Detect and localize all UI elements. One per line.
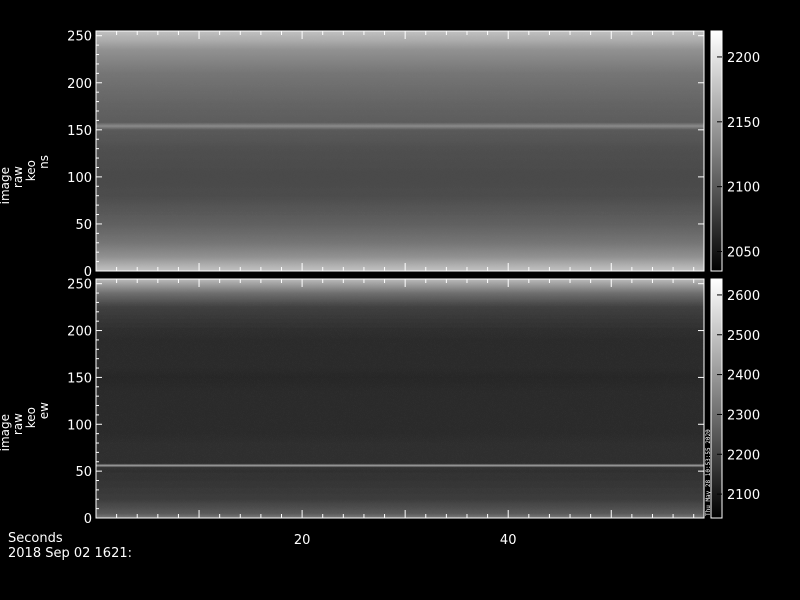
y-axis-label-word: raw <box>11 413 25 435</box>
bottom-colorbar: 2100 2200 2300 2400 2500 2600 Thu May 28 10:53… <box>705 278 760 519</box>
timestamp-annotation: Thu May 28 10:53:55 2020 <box>705 429 712 516</box>
y-axis-label-word: keo <box>24 407 38 428</box>
x-tick-label: 20 <box>294 533 311 548</box>
colorbar-tick-label: 2500 <box>727 329 760 344</box>
top-colorbar: 2050 2100 2150 2200 <box>710 30 760 272</box>
y-tick-label: 50 <box>75 465 92 480</box>
x-axis-label: Seconds <box>8 531 63 546</box>
y-tick-label: 200 <box>67 325 92 340</box>
top-y-label: image raw keo ns <box>0 155 51 204</box>
bottom-panel: 050100150200250 20 40 image raw keo ew 21002… <box>0 278 760 548</box>
y-axis-label-word: ns <box>37 155 51 169</box>
colorbar-tick-label: 2600 <box>727 289 760 304</box>
colorbar-gradient <box>710 278 723 519</box>
top-heatmap-image <box>96 31 704 271</box>
keogram-figure: 050100150200250 image raw keo ns 2050210021… <box>0 30 760 548</box>
colorbar-tick-label: 2050 <box>727 246 760 261</box>
colorbar-tick-label: 2100 <box>727 181 760 196</box>
y-axis-label-word: keo <box>24 160 38 181</box>
colorbar-tick-label: 2300 <box>727 408 760 423</box>
top-panel: 050100150200250 image raw keo ns 2050210021… <box>0 30 760 280</box>
colorbar-tick-label: 2400 <box>727 369 760 384</box>
bottom-y-label: image raw keo ew <box>0 402 51 452</box>
y-tick-label: 200 <box>67 77 92 92</box>
y-tick-label: 150 <box>67 371 92 386</box>
y-tick-label: 0 <box>84 512 92 527</box>
y-tick-label: 150 <box>67 124 92 139</box>
y-axis-label-word: raw <box>11 166 25 188</box>
date-label: 2018 Sep 02 1621: <box>8 546 132 561</box>
y-axis-label-word: ew <box>37 402 51 419</box>
colorbar-tick-label: 2200 <box>727 51 760 66</box>
colorbar-tick-label: 2200 <box>727 448 760 463</box>
top-heatmap <box>96 31 704 271</box>
colorbar-tick-label: 2100 <box>727 488 760 503</box>
bot-heatmap-image <box>96 279 704 518</box>
y-tick-label: 250 <box>67 30 92 45</box>
colorbar-gradient <box>710 30 723 272</box>
y-tick-label: 100 <box>67 418 92 433</box>
y-tick-label: 50 <box>75 218 92 233</box>
y-tick-label: 100 <box>67 171 92 186</box>
bottom-heatmap <box>96 279 704 518</box>
y-tick-label: 250 <box>67 278 92 293</box>
colorbar-tick-label: 2150 <box>727 116 760 131</box>
x-tick-label: 40 <box>500 533 517 548</box>
